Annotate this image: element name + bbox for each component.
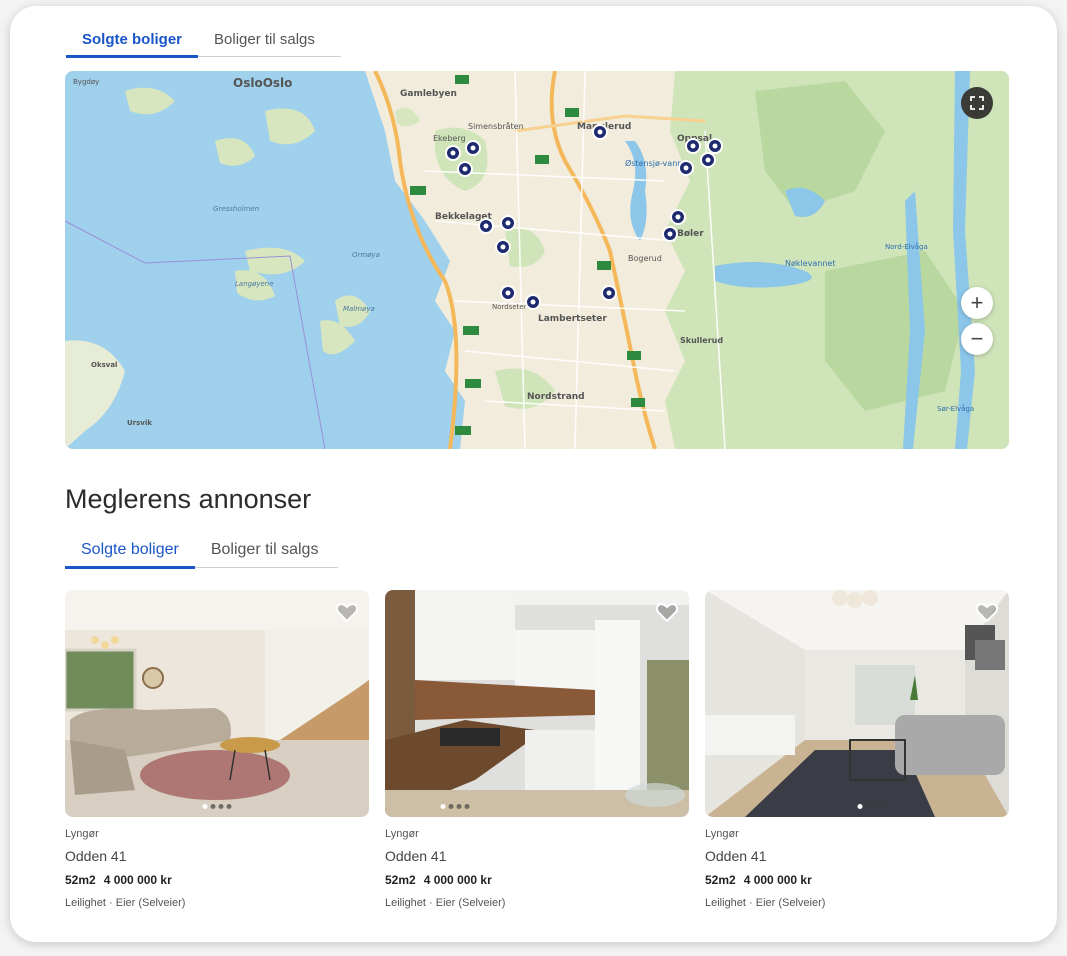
expand-icon — [970, 96, 984, 110]
carousel-dot[interactable] — [218, 804, 224, 809]
carousel-dots — [857, 804, 887, 809]
map-marker — [601, 285, 617, 301]
listing-location: Lyngør — [65, 828, 99, 840]
map-canvas: OsloOslo Gamlebyen Ekeberg Simensbråten … — [65, 71, 1009, 449]
kitchen-image — [385, 590, 689, 817]
section-title: Meglerens annonser — [65, 484, 312, 514]
zoom-in-button[interactable]: + — [961, 287, 993, 319]
map-marker — [478, 218, 494, 234]
map-marker — [662, 226, 678, 242]
map-marker — [685, 138, 701, 154]
map-marker — [457, 161, 473, 177]
map[interactable]: OsloOslo Gamlebyen Ekeberg Simensbråten … — [65, 71, 1009, 449]
listing-size: 52m2 — [705, 873, 736, 887]
map-marker — [500, 285, 516, 301]
label-nordstrand: Nordstrand — [527, 392, 585, 402]
label-noklevannet: Nøklevannet — [785, 259, 836, 268]
listing-type: Leilighet · Eier (Selveier) — [385, 897, 506, 909]
zoom-out-button[interactable]: − — [961, 323, 993, 355]
label-nord-elvaga: Nord-Elvåga — [885, 242, 928, 251]
map-marker — [465, 140, 481, 156]
map-marker — [495, 239, 511, 255]
listing-card[interactable]: Lyngør Odden 41 52m2 4 000 000 kr Leiligh… — [385, 590, 689, 909]
listing-photo[interactable] — [705, 590, 1009, 817]
carousel-dot[interactable] — [448, 804, 454, 809]
living-room-staircase-image — [65, 590, 369, 817]
carousel-dot[interactable] — [226, 804, 232, 809]
listing-meta: 52m2 4 000 000 kr — [385, 873, 689, 887]
listing-size: 52m2 — [385, 873, 416, 887]
label-simensbraten: Simensbråten — [468, 121, 524, 131]
listing-photo[interactable] — [385, 590, 689, 817]
tab-sold-homes[interactable]: Solgte boliger — [65, 539, 195, 569]
map-tabs: Solgte boliger Boliger til salgs — [66, 30, 341, 58]
carousel-dot[interactable] — [857, 804, 863, 809]
label-gamlebyen: Gamlebyen — [400, 89, 457, 99]
listing-photo[interactable] — [65, 590, 369, 817]
label-sor-elvaga: Sør-Elvåga — [937, 404, 974, 413]
carousel-dots — [202, 804, 232, 809]
label-nordseter: Nordseter — [492, 303, 527, 311]
listing-meta: 52m2 4 000 000 kr — [65, 873, 369, 887]
label-skullerud: Skullerud — [680, 336, 723, 345]
label-bogerud: Bogerud — [628, 254, 662, 263]
label-gressholmen: Gressholmen — [213, 205, 259, 213]
carousel-dot[interactable] — [202, 804, 208, 809]
tab-sold-homes[interactable]: Solgte boliger — [66, 30, 199, 58]
carousel-dot[interactable] — [210, 804, 216, 809]
carousel-dot[interactable] — [440, 804, 446, 809]
label-ormoya: Ormøya — [352, 251, 380, 259]
map-marker — [500, 215, 516, 231]
listing-size: 52m2 — [65, 873, 96, 887]
listing-price: 4 000 000 kr — [103, 873, 172, 887]
listing-type: Leilighet · Eier (Selveier) — [65, 897, 186, 909]
map-marker — [670, 209, 686, 225]
label-bygdoy: Bygdøy — [73, 78, 99, 86]
fullscreen-button[interactable] — [961, 87, 993, 119]
label-malmoya: Malmøya — [343, 305, 375, 313]
listing-address: Odden 41 — [65, 848, 127, 864]
living-room-sofa-image — [705, 590, 1009, 817]
label-oksval: Oksval — [91, 361, 117, 369]
listing-address: Odden 41 — [705, 848, 767, 864]
listing-meta: 52m2 4 000 000 kr — [705, 873, 1009, 887]
listing-price: 4 000 000 kr — [423, 873, 492, 887]
carousel-dot[interactable] — [881, 804, 887, 809]
listing-type: Leilighet · Eier (Selveier) — [705, 897, 826, 909]
tab-homes-for-sale[interactable]: Boliger til salgs — [195, 539, 335, 567]
listing-address: Odden 41 — [385, 848, 447, 864]
favorite-heart-icon[interactable] — [975, 600, 999, 624]
map-marker — [592, 124, 608, 140]
label-ursvik: Ursvik — [127, 419, 152, 427]
listing-location: Lyngør — [385, 828, 419, 840]
carousel-dots — [440, 804, 470, 809]
label-boler: Bøler — [677, 229, 704, 239]
label-lambertseter: Lambertseter — [538, 314, 607, 324]
carousel-dot[interactable] — [873, 804, 879, 809]
carousel-dot[interactable] — [456, 804, 462, 809]
map-marker — [707, 138, 723, 154]
listing-tabs: Solgte boliger Boliger til salgs — [65, 539, 338, 569]
map-marker — [445, 145, 461, 161]
listing-price: 4 000 000 kr — [743, 873, 812, 887]
label-oslo: OsloOslo — [233, 76, 292, 90]
map-marker — [700, 152, 716, 168]
label-langoyene: Langøyene — [235, 280, 274, 288]
carousel-dot[interactable] — [865, 804, 871, 809]
listing-location: Lyngør — [705, 828, 739, 840]
tab-homes-for-sale[interactable]: Boliger til salgs — [198, 30, 331, 56]
map-marker — [525, 294, 541, 310]
carousel-dot[interactable] — [464, 804, 470, 809]
map-marker — [678, 160, 694, 176]
listing-card[interactable]: Lyngør Odden 41 52m2 4 000 000 kr Leiligh… — [705, 590, 1009, 909]
favorite-heart-icon[interactable] — [655, 600, 679, 624]
label-ekeberg: Ekeberg — [433, 134, 466, 143]
listing-card[interactable]: Lyngør Odden 41 52m2 4 000 000 kr Leiligh… — [65, 590, 369, 909]
favorite-heart-icon[interactable] — [335, 600, 359, 624]
